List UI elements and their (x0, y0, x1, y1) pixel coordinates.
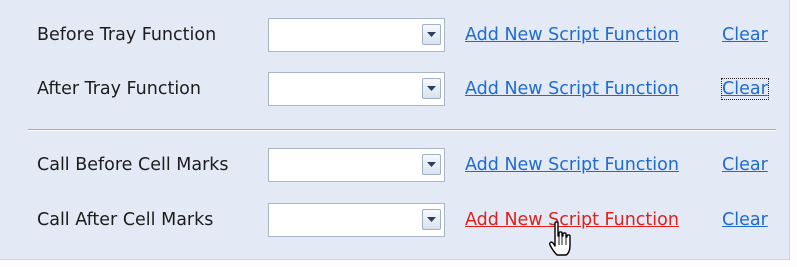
chevron-down-icon (427, 32, 436, 37)
after-tray-clear-link[interactable]: Clear (721, 78, 769, 100)
after-tray-function-select[interactable] (268, 72, 445, 106)
after-tray-function-row: After Tray Function Add New Script Funct… (0, 68, 790, 112)
call-after-cell-marks-label: Call After Cell Marks (37, 210, 214, 230)
chevron-down-icon (427, 217, 436, 222)
call-after-cell-marks-select[interactable] (268, 203, 445, 237)
call-before-cell-marks-dropdown-button[interactable] (422, 154, 441, 175)
before-tray-function-select[interactable] (268, 18, 445, 52)
call-before-cell-marks-row: Call Before Cell Marks Add New Script Fu… (0, 144, 790, 188)
call-before-cell-marks-clear-link[interactable]: Clear (722, 155, 768, 175)
call-after-cell-marks-clear-link[interactable]: Clear (722, 210, 768, 230)
script-functions-panel: Before Tray Function Add New Script Func… (0, 0, 790, 260)
after-tray-add-script-link[interactable]: Add New Script Function (465, 79, 679, 99)
chevron-down-icon (427, 162, 436, 167)
call-after-cell-marks-dropdown-button[interactable] (422, 209, 441, 230)
call-before-cell-marks-select[interactable] (268, 148, 445, 182)
before-tray-function-row: Before Tray Function Add New Script Func… (0, 14, 790, 58)
section-divider (28, 129, 776, 131)
call-after-cell-marks-row: Call After Cell Marks Add New Script Fun… (0, 199, 790, 243)
chevron-down-icon (427, 86, 436, 91)
after-tray-function-label: After Tray Function (37, 79, 201, 99)
before-tray-clear-link[interactable]: Clear (722, 25, 768, 45)
after-tray-function-dropdown-button[interactable] (422, 78, 441, 99)
before-tray-function-dropdown-button[interactable] (422, 24, 441, 45)
before-tray-function-label: Before Tray Function (37, 25, 217, 45)
call-before-cell-marks-label: Call Before Cell Marks (37, 155, 229, 175)
hand-pointer-icon (549, 221, 571, 256)
call-before-cell-marks-add-script-link[interactable]: Add New Script Function (465, 155, 679, 175)
before-tray-add-script-link[interactable]: Add New Script Function (465, 25, 679, 45)
